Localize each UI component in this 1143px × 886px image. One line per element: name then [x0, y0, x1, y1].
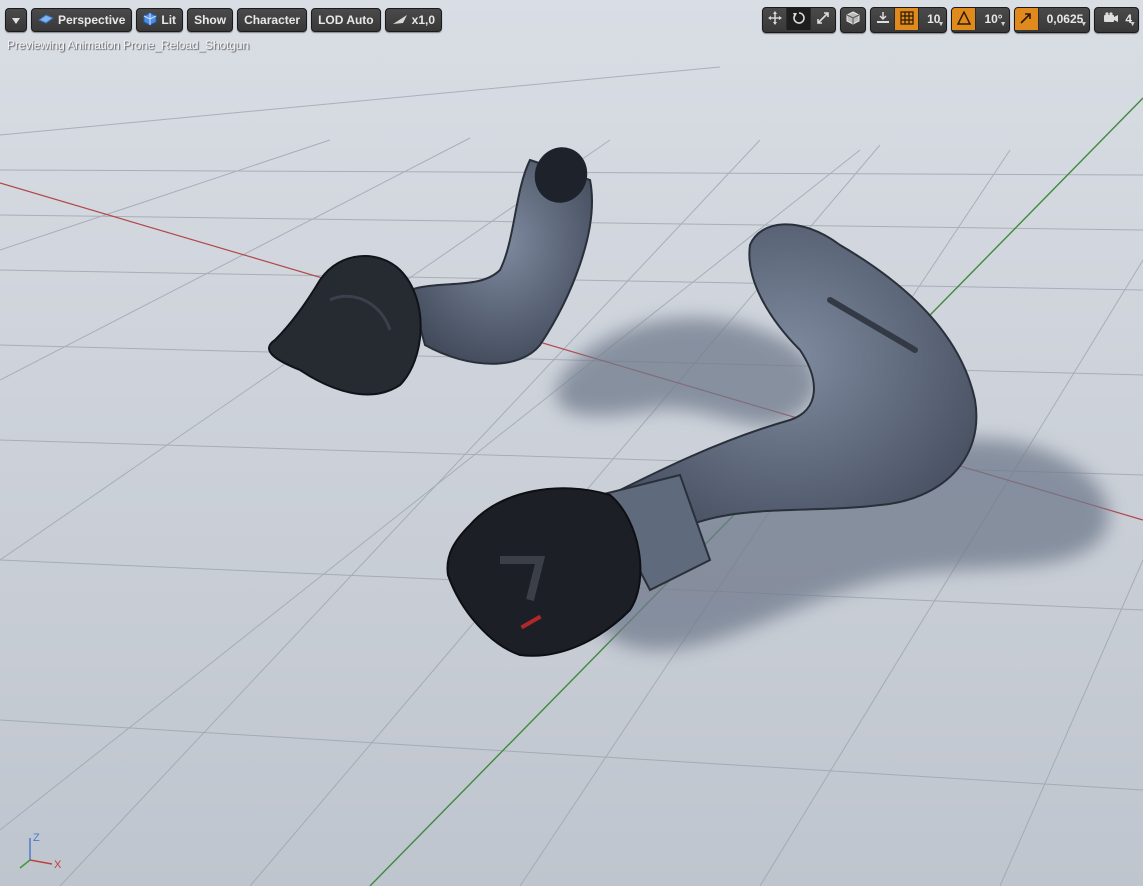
grid-snap-value[interactable]: 10 ▼ [919, 8, 946, 30]
translate-mode-button[interactable] [763, 8, 788, 30]
animation-viewport[interactable]: Z X [0, 0, 1143, 886]
surface-snap-icon [876, 11, 890, 28]
move-arrows-icon [767, 10, 782, 28]
lit-label: Lit [161, 13, 177, 27]
grid-snap-caret-icon: ▼ [937, 21, 945, 28]
scale-snap-value-text: 0,0625 [1046, 12, 1084, 26]
axis-z-label: Z [33, 832, 40, 844]
speed-arrow-icon [392, 13, 408, 28]
grid-snap-group: 10 ▼ [870, 7, 948, 33]
local-cube-icon [846, 10, 860, 28]
scale-snap-toggle[interactable] [1014, 8, 1039, 30]
surface-snap-button[interactable] [871, 8, 896, 30]
scale-snap-caret-icon: ▼ [1080, 21, 1088, 28]
rotation-snap-value[interactable]: 10° ▼ [976, 8, 1008, 30]
viewport-scene: Z X [0, 0, 1143, 886]
rotation-snap-group: 10° ▼ [951, 7, 1010, 33]
lit-cube-icon [143, 11, 157, 29]
viewport-options-button[interactable] [5, 8, 27, 32]
grid-snap-toggle[interactable] [895, 8, 920, 30]
lit-button[interactable]: Lit [136, 8, 184, 32]
scale-arrow-icon [1019, 11, 1033, 28]
scale-mode-button[interactable] [811, 8, 835, 30]
camera-speed-caret-icon: ▼ [1129, 21, 1136, 28]
coordinate-space-button[interactable] [841, 8, 865, 30]
chevron-down-icon [12, 13, 20, 27]
playback-speed-button[interactable]: x1,0 [384, 8, 442, 32]
lod-button[interactable]: LOD Auto [311, 8, 381, 32]
rotation-snap-toggle[interactable] [952, 8, 977, 30]
rotation-snap-caret-icon: ▼ [999, 21, 1007, 28]
show-button[interactable]: Show [187, 8, 234, 32]
viewport-toolbar-right: 10 ▼ 10° ▼ 0,0625 ▼ 4 ▼ [758, 7, 1139, 33]
scale-icon [816, 11, 830, 28]
character-button[interactable]: Character [237, 8, 308, 32]
axis-x-label: X [54, 859, 62, 871]
scale-snap-value[interactable]: 0,0625 ▼ [1039, 8, 1090, 30]
speed-label: x1,0 [411, 13, 435, 27]
camera-icon [1103, 11, 1119, 27]
viewport-toolbar-left: Perspective Lit Show Character LOD Auto … [5, 7, 446, 33]
rotate-mode-button[interactable] [787, 8, 812, 30]
preview-animation-label: Previewing Animation Prone_Reload_Shotgu… [7, 38, 250, 52]
angle-icon [956, 9, 972, 28]
scale-snap-group: 0,0625 ▼ [1013, 7, 1091, 33]
show-label: Show [194, 13, 227, 27]
coordinate-space-group [840, 7, 867, 33]
camera-speed-group: 4 ▼ [1094, 7, 1139, 33]
perspective-label: Perspective [58, 13, 126, 27]
perspective-camera-icon [37, 13, 55, 28]
character-label: Character [244, 13, 301, 27]
camera-speed-button[interactable]: 4 ▼ [1095, 8, 1138, 30]
rotate-icon [792, 11, 806, 28]
transform-mode-group [762, 7, 837, 33]
lod-label: LOD Auto [318, 13, 374, 27]
grid-icon [899, 10, 914, 28]
perspective-button[interactable]: Perspective [31, 8, 133, 32]
